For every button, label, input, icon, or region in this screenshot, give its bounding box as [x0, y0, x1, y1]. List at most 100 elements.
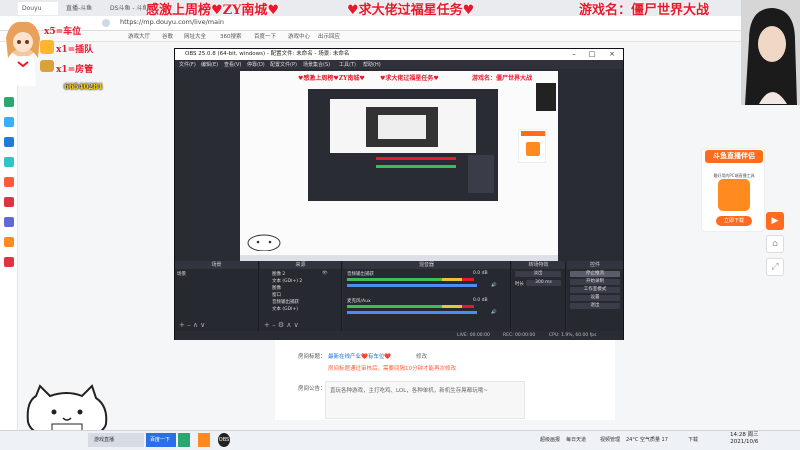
maximize-icon[interactable]: □: [585, 49, 599, 60]
browser-tab[interactable]: DS斗鱼 - 斗鱼: [106, 2, 146, 15]
cpu-status: CPU: 1.9%, 60.00 fps: [549, 333, 597, 338]
source-item[interactable]: 图像 2: [272, 271, 285, 277]
duration-input[interactable]: 300 ms: [526, 280, 561, 286]
webcam-feed: [741, 0, 800, 105]
exit-button[interactable]: 退出: [570, 303, 620, 309]
source-item[interactable]: 文本 (GDI+): [272, 306, 298, 312]
eye-icon[interactable]: 👁: [322, 271, 328, 276]
obs-window: OBS 25.0.8 (64-bit, windows) - 配置文件: 未命名…: [174, 48, 624, 340]
mixer-dock: 混音器 音频输出捕获 0.0 dB 麦克风/Aux 0.0 dB 🔊 🔊: [343, 261, 511, 331]
app-icon[interactable]: [4, 237, 14, 247]
transitions-dock: 转场特效 淡出 时长 300 ms: [512, 261, 566, 331]
menu-dock[interactable]: 停靠(D): [247, 61, 265, 68]
app-icon[interactable]: [4, 137, 14, 147]
preview-overlay-request: ♥求大佬过福星任务♥: [380, 75, 439, 82]
download-button[interactable]: 立即下载: [716, 216, 752, 226]
app-icon[interactable]: [178, 433, 190, 447]
announce-text: 直玩各种游戏，主打吃鸡、LOL，各种单机，新机生存屌都玩哦~: [330, 388, 488, 394]
transitions-title: 转场特效: [512, 261, 565, 269]
volume-slider[interactable]: [347, 311, 477, 314]
bookmark[interactable]: 游戏中心: [288, 32, 310, 40]
preview-ad-logo: [526, 142, 540, 156]
taskbar-item[interactable]: 游戏直播: [88, 433, 144, 447]
ad-title: 斗鱼直播伴侣: [705, 150, 763, 163]
sources-title: 来源: [260, 261, 341, 269]
mixer-channel-db: 0.0 dB: [473, 271, 488, 276]
speaker-icon[interactable]: 🔊: [491, 283, 497, 288]
menu-file[interactable]: 文件(F): [179, 61, 196, 68]
menu-tools[interactable]: 工具(T): [339, 61, 356, 68]
menu-profile[interactable]: 配置文件(P): [270, 61, 297, 68]
menu-scene-collection[interactable]: 场景集合(S): [303, 61, 330, 68]
studio-mode-button[interactable]: 工作室模式: [570, 287, 620, 293]
bookmark[interactable]: 百度一下: [254, 32, 276, 40]
expand-icon[interactable]: ⤢: [766, 258, 784, 276]
app-icon[interactable]: [4, 117, 14, 127]
clock[interactable]: 14:28 周三 2021/10/6: [730, 432, 759, 446]
minimize-icon[interactable]: –: [567, 49, 581, 60]
menu-view[interactable]: 查看(V): [224, 61, 241, 68]
clock-time: 14:28 周三: [730, 432, 759, 438]
browser-sidebar: [0, 42, 18, 430]
announce-label: 房间公告：: [298, 386, 326, 392]
obs-titlebar[interactable]: OBS 25.0.8 (64-bit, windows) - 配置文件: 未命名…: [175, 49, 623, 60]
play-icon[interactable]: ▶: [766, 212, 784, 230]
source-item[interactable]: 窗口: [272, 292, 281, 298]
settings-button[interactable]: 设置: [570, 295, 620, 301]
bookmark[interactable]: 360搜索: [220, 32, 242, 40]
tray-item[interactable]: 超级画报: [540, 433, 560, 447]
app-icon[interactable]: [4, 197, 14, 207]
overlay-game-name: 游戏名：僵尸世界大战: [579, 3, 710, 18]
source-item[interactable]: 图像: [272, 285, 281, 291]
stop-stream-button[interactable]: 停止推流: [570, 271, 620, 277]
preview-overlay-thanks: ♥感激上周榜♥ZY南城♥: [298, 75, 365, 82]
start-record-button[interactable]: 开始录制: [570, 279, 620, 285]
badge-queue: x1=插队: [56, 45, 94, 55]
obs-taskbar-icon[interactable]: OBS: [218, 433, 230, 447]
volume-slider[interactable]: [347, 284, 477, 287]
preview-overlay-game: 游戏名：僵尸世界大战: [472, 75, 533, 82]
url-text[interactable]: https://mp.douyu.com/live/main: [120, 18, 224, 26]
weather-text[interactable]: 24°C 空气质量 17: [626, 433, 668, 447]
streamer-avatar-icon: [741, 0, 800, 105]
source-item[interactable]: 音频输出捕获: [272, 299, 299, 305]
scene-toolbar[interactable]: + – ∧ ∨: [179, 321, 205, 329]
speaker-icon[interactable]: 🔊: [491, 310, 497, 315]
tray-item[interactable]: 下载: [688, 433, 698, 447]
nested-controls: [468, 155, 494, 193]
home-icon[interactable]: ⌂: [766, 235, 784, 253]
scene-item[interactable]: 场景: [177, 271, 186, 277]
ad-panel[interactable]: 斗鱼直播伴侣 最好用的PC端直播工具 立即下载: [701, 148, 765, 232]
source-toolbar[interactable]: + – ⚙ ∧ ∨: [264, 321, 299, 329]
source-item[interactable]: 文本 (GDI+) 2: [272, 278, 302, 284]
close-icon[interactable]: ×: [605, 49, 619, 60]
rec-status: REC: 00:00:00: [503, 333, 536, 338]
room-title-hint: 房间标题通过审核后，需要间隔10分钟才能再次修改: [328, 366, 457, 372]
browser-tab[interactable]: Douyu: [18, 2, 58, 15]
taskbar-item[interactable]: 百度一下: [146, 433, 176, 447]
obs-docks: 场景 场景 + – ∧ ∨ 来源 图像 2 文本 (GDI+) 2 图像 窗口 …: [175, 261, 623, 331]
menu-help[interactable]: 帮助(H): [363, 61, 381, 68]
mixer-meter-yellow: [442, 278, 462, 281]
transition-select[interactable]: 淡出: [515, 271, 561, 277]
scenes-dock: 场景 场景 + – ∧ ∨: [175, 261, 259, 331]
bookmark[interactable]: 谷歌: [162, 32, 173, 40]
tray-item[interactable]: 视频管理: [600, 433, 620, 447]
mixer-title: 混音器: [343, 261, 510, 269]
app-icon[interactable]: [4, 217, 14, 227]
app-icon[interactable]: [4, 97, 14, 107]
scenes-title: 场景: [175, 261, 258, 269]
menu-edit[interactable]: 编辑(E): [201, 61, 218, 68]
bookmark[interactable]: 出示回应: [318, 32, 340, 40]
app-icon[interactable]: [4, 177, 14, 187]
anime-character-icon: [6, 21, 40, 86]
app-icon[interactable]: [4, 257, 14, 267]
obs-preview[interactable]: ♥感激上周榜♥ZY南城♥ ♥求大佬过福星任务♥ 游戏名：僵尸世界大战: [240, 71, 558, 255]
app-icon[interactable]: [198, 433, 210, 447]
browser-tab[interactable]: 直播-斗鱼: [62, 2, 102, 15]
bookmark[interactable]: 游戏大厅: [128, 32, 150, 40]
bookmark[interactable]: 网址大全: [184, 32, 206, 40]
app-icon[interactable]: [4, 157, 14, 167]
tray-item[interactable]: 每日天道: [566, 433, 586, 447]
modify-link[interactable]: 修改: [416, 352, 427, 360]
